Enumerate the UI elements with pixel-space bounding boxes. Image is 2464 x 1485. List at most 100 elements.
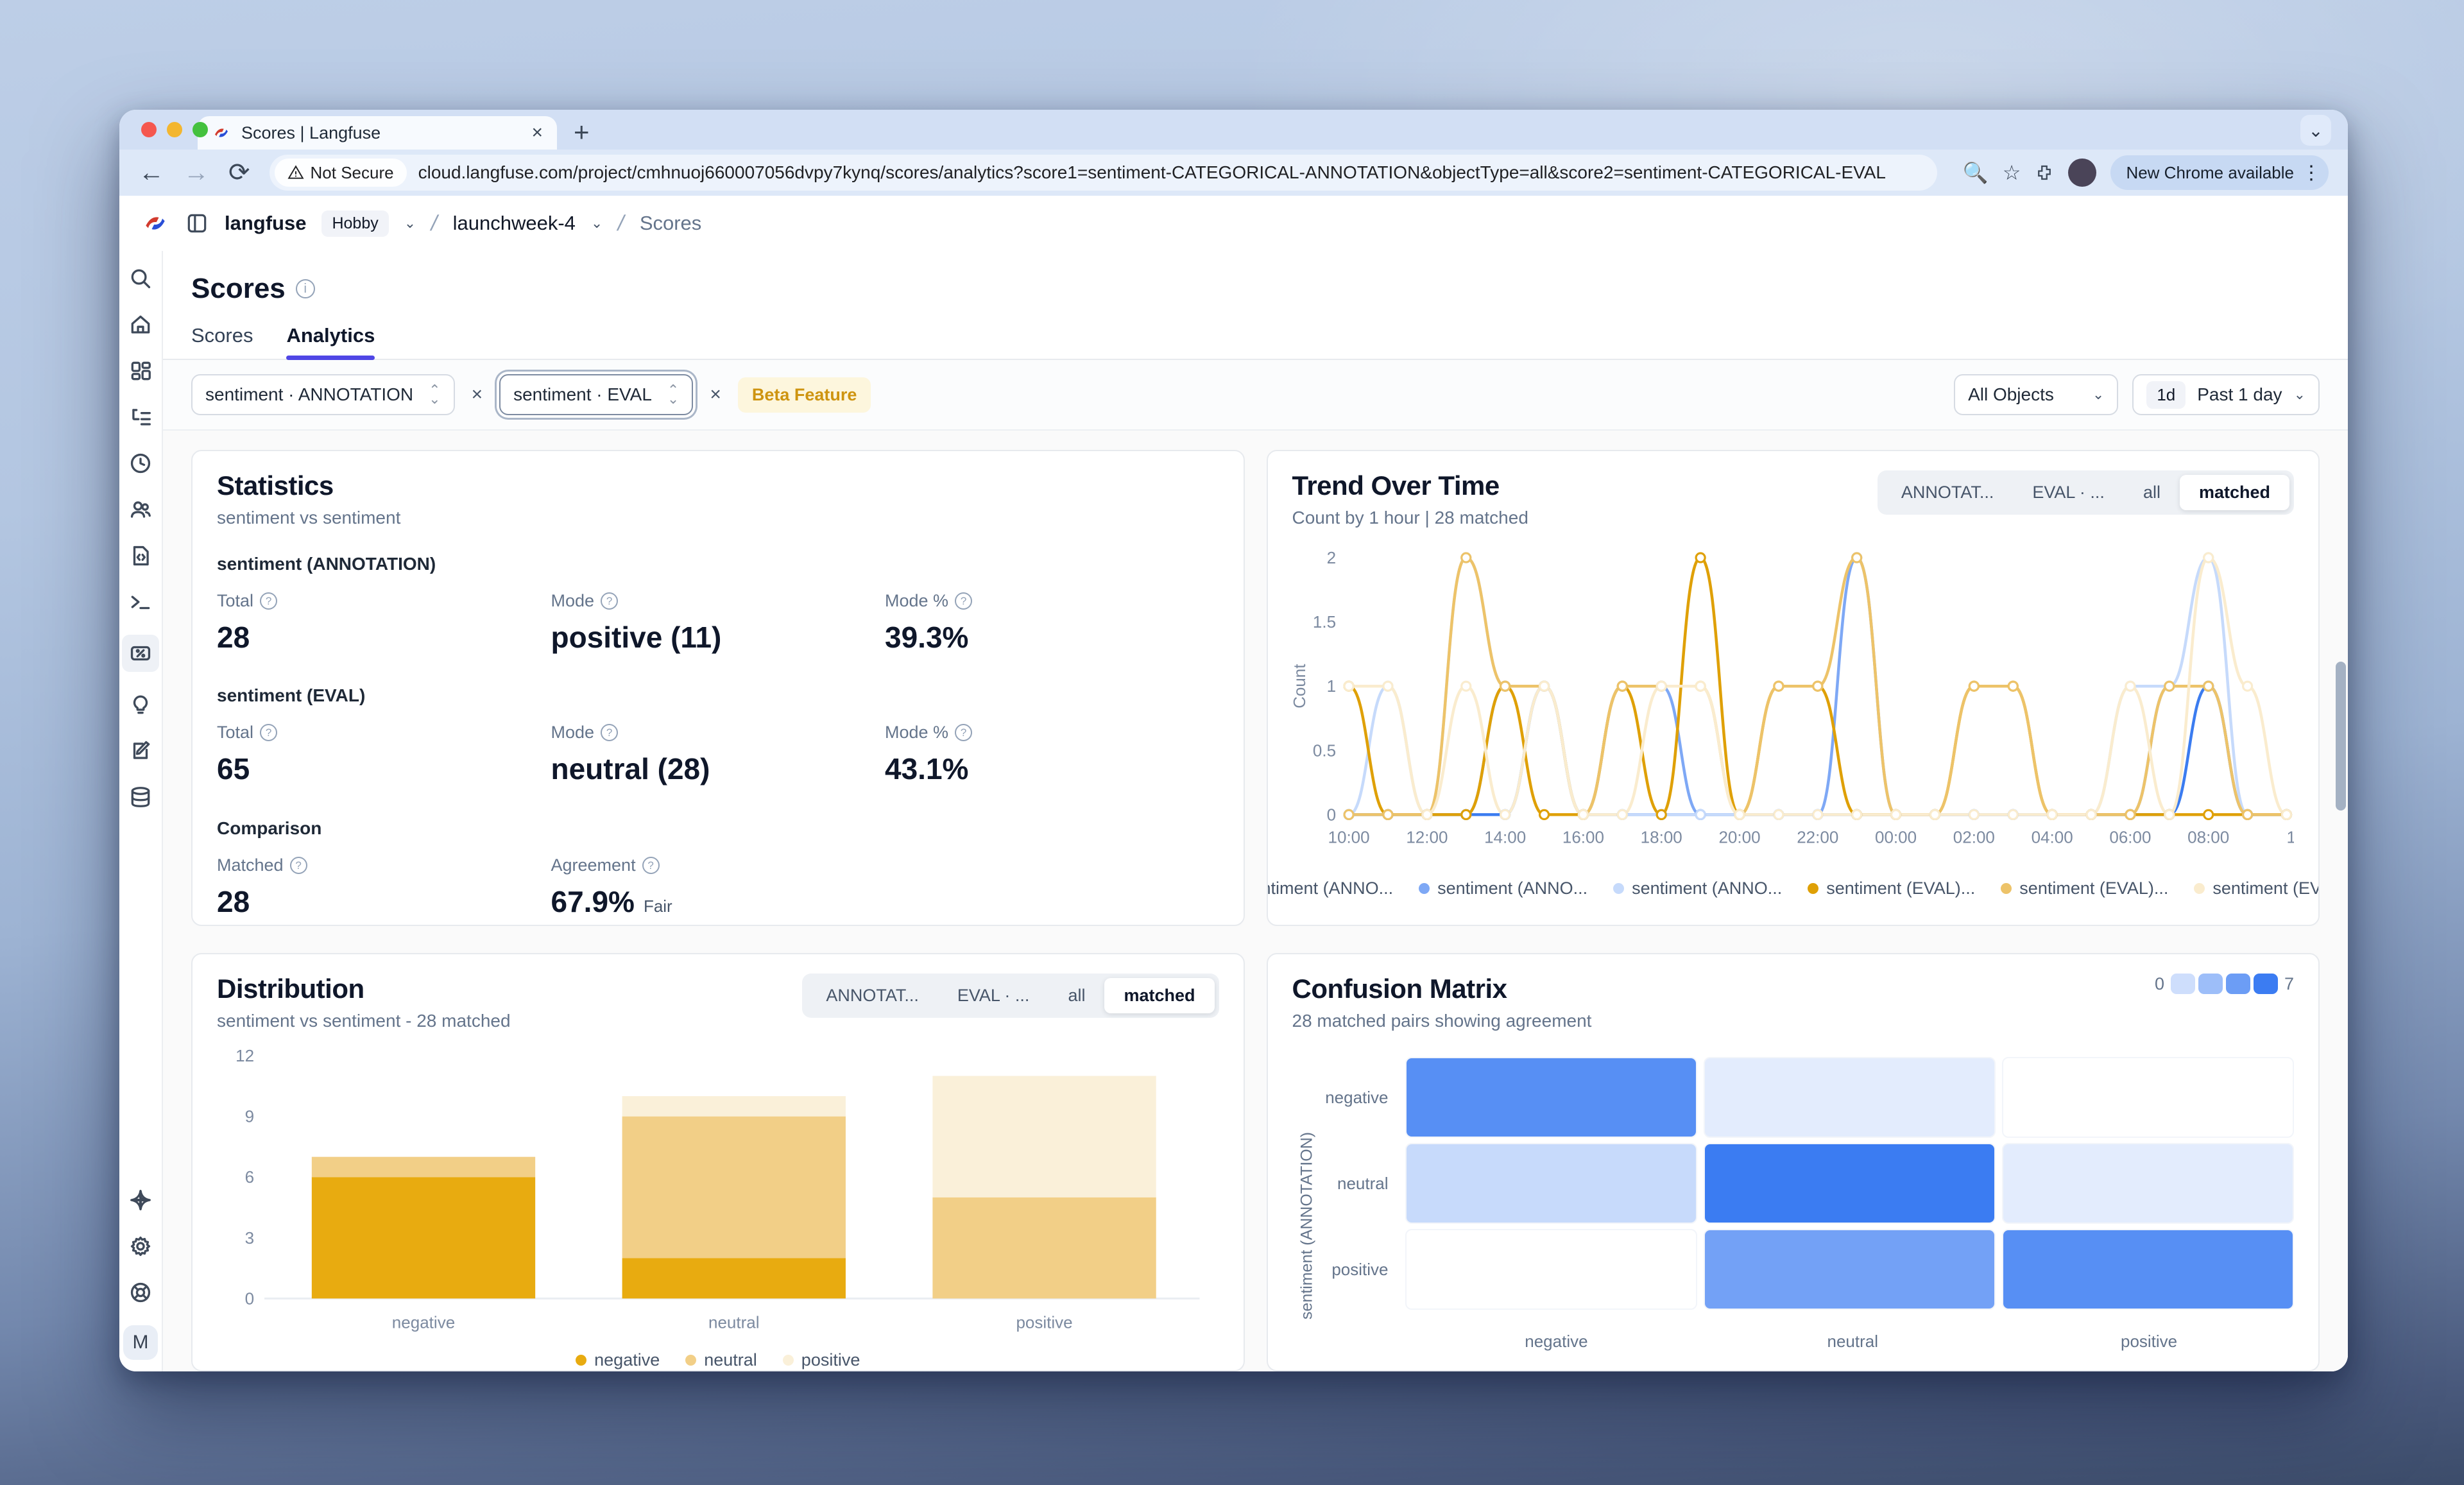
chrome-update-pill[interactable]: New Chrome available ⋮ xyxy=(2110,155,2329,190)
toggle-all[interactable]: all xyxy=(2124,475,2180,510)
matrix-cell[interactable] xyxy=(1704,1057,1996,1138)
support-lifebuoy-icon[interactable] xyxy=(127,1279,154,1306)
svg-text:0: 0 xyxy=(245,1289,254,1308)
toggle-annotation[interactable]: ANNOTAT... xyxy=(1882,475,2014,510)
filter-bar: sentiment · ANNOTATION ⌃⌄ × sentiment · … xyxy=(163,360,2348,431)
window-controls[interactable] xyxy=(141,122,208,137)
statistics-title: Statistics xyxy=(217,470,1219,501)
upgrade-sparkle-icon[interactable] xyxy=(127,1187,154,1214)
search-icon[interactable] xyxy=(127,265,154,292)
scores-icon[interactable] xyxy=(122,635,159,672)
remove-score1-button[interactable]: × xyxy=(468,384,487,406)
tab-scores[interactable]: Scores xyxy=(191,324,253,359)
distribution-subtitle: sentiment vs sentiment - 28 matched xyxy=(217,1011,511,1031)
home-icon[interactable] xyxy=(127,311,154,338)
time-range-select[interactable]: 1d Past 1 day ⌄ xyxy=(2132,374,2320,415)
forward-icon[interactable]: → xyxy=(184,160,209,185)
toggle-matched[interactable]: matched xyxy=(2180,475,2289,510)
svg-text:10:00: 10:00 xyxy=(1328,827,1369,846)
desktop: { "browser": { "tab_title": "Scores | La… xyxy=(0,0,2464,1485)
matrix-cell[interactable] xyxy=(1704,1229,1996,1310)
tab-analytics[interactable]: Analytics xyxy=(286,324,375,359)
annotation-icon[interactable] xyxy=(127,737,154,764)
zoom-icon[interactable]: 🔍 xyxy=(1963,160,1989,185)
toggle-eval[interactable]: EVAL · ... xyxy=(938,978,1049,1013)
prompts-icon[interactable] xyxy=(127,542,154,569)
users-icon[interactable] xyxy=(127,496,154,523)
help-icon[interactable]: ? xyxy=(260,592,277,610)
matrix-cell[interactable] xyxy=(1405,1229,1697,1310)
org-chevron-icon[interactable]: ⌄ xyxy=(404,215,416,232)
evaluation-lamp-icon[interactable] xyxy=(127,691,154,718)
page-info-icon[interactable]: i xyxy=(296,279,315,298)
help-icon[interactable]: ? xyxy=(260,724,277,741)
row-label: positive xyxy=(1322,1229,1399,1310)
new-tab-button[interactable]: + xyxy=(574,119,590,146)
reload-icon[interactable]: ⟳ xyxy=(228,160,250,185)
kebab-menu-icon[interactable]: ⋮ xyxy=(2302,162,2321,184)
remove-score2-button[interactable]: × xyxy=(706,384,725,406)
help-icon[interactable]: ? xyxy=(601,592,618,610)
back-icon[interactable]: ← xyxy=(139,160,164,185)
legend-dot xyxy=(783,1355,794,1366)
settings-gear-icon[interactable] xyxy=(127,1233,154,1260)
maximize-window-button[interactable] xyxy=(193,122,208,137)
close-tab-icon[interactable]: × xyxy=(531,122,543,144)
help-icon[interactable]: ? xyxy=(290,857,307,874)
matrix-cell[interactable] xyxy=(2002,1229,2294,1310)
svg-text:12: 12 xyxy=(235,1046,254,1065)
legend-dot xyxy=(576,1355,586,1366)
tracing-icon[interactable] xyxy=(127,404,154,431)
close-window-button[interactable] xyxy=(141,122,157,137)
app-header: langfuse Hobby ⌄ / launchweek-4 ⌄ / Scor… xyxy=(119,196,2348,251)
help-icon[interactable]: ? xyxy=(955,724,972,741)
breadcrumb-separator: / xyxy=(615,211,627,236)
toggle-matched[interactable]: matched xyxy=(1104,978,1214,1013)
user-avatar[interactable]: M xyxy=(123,1325,158,1360)
extensions-icon[interactable] xyxy=(2035,163,2054,182)
breadcrumb-project[interactable]: launchweek-4 xyxy=(453,212,576,235)
score2-select[interactable]: sentiment · EVAL ⌃⌄ xyxy=(499,374,693,415)
legend-dot xyxy=(1808,883,1818,894)
matrix-cell[interactable] xyxy=(1405,1143,1697,1224)
score1-select[interactable]: sentiment · ANNOTATION ⌃⌄ xyxy=(191,374,455,415)
svg-text:positive: positive xyxy=(1016,1312,1072,1332)
page-scrollbar[interactable] xyxy=(2336,662,2346,811)
svg-text:0: 0 xyxy=(1326,805,1335,824)
section-heading: Comparison xyxy=(217,818,1219,839)
profile-avatar[interactable] xyxy=(2068,159,2096,187)
bookmark-star-icon[interactable]: ☆ xyxy=(2003,160,2021,185)
toggle-eval[interactable]: EVAL · ... xyxy=(2013,475,2124,510)
breadcrumb-org[interactable]: langfuse xyxy=(225,212,306,235)
address-bar[interactable]: Not Secure cloud.langfuse.com/project/cm… xyxy=(270,155,1937,191)
help-icon[interactable]: ? xyxy=(955,592,972,610)
sessions-clock-icon[interactable] xyxy=(127,450,154,477)
svg-text:Count: Count xyxy=(1292,664,1309,708)
toggle-all[interactable]: all xyxy=(1048,978,1104,1013)
matrix-cell[interactable] xyxy=(1704,1143,1996,1224)
project-chevron-icon[interactable]: ⌄ xyxy=(591,215,603,232)
matrix-cell[interactable] xyxy=(2002,1057,2294,1138)
sidebar-toggle-icon[interactable] xyxy=(185,211,209,236)
tab-search-button[interactable]: ⌄ xyxy=(2300,115,2331,146)
page-title: Scores xyxy=(191,273,286,305)
trend-title: Trend Over Time xyxy=(1292,470,1528,501)
url-text[interactable]: cloud.langfuse.com/project/cmhnuoj660007… xyxy=(418,162,1921,183)
metric-total-eval: Total? 65 xyxy=(217,723,551,786)
security-chip[interactable]: Not Secure xyxy=(275,159,407,187)
datasets-database-icon[interactable] xyxy=(127,784,154,811)
dashboards-icon[interactable] xyxy=(127,357,154,384)
playground-terminal-icon[interactable] xyxy=(127,588,154,615)
help-icon[interactable]: ? xyxy=(642,857,660,874)
svg-text:9: 9 xyxy=(245,1107,254,1126)
svg-text:1.5: 1.5 xyxy=(1312,612,1335,631)
matrix-cell[interactable] xyxy=(2002,1143,2294,1224)
distribution-bar-chart: 036912negativeneutralpositive xyxy=(217,1042,1219,1343)
browser-tab[interactable]: Scores | Langfuse × xyxy=(198,116,557,150)
object-type-select[interactable]: All Objects ⌄ xyxy=(1954,374,2118,415)
matrix-cell[interactable] xyxy=(1405,1057,1697,1138)
help-icon[interactable]: ? xyxy=(601,724,618,741)
minimize-window-button[interactable] xyxy=(167,122,182,137)
toggle-annotation[interactable]: ANNOTAT... xyxy=(807,978,938,1013)
distribution-card: Distribution sentiment vs sentiment - 28… xyxy=(191,953,1245,1371)
